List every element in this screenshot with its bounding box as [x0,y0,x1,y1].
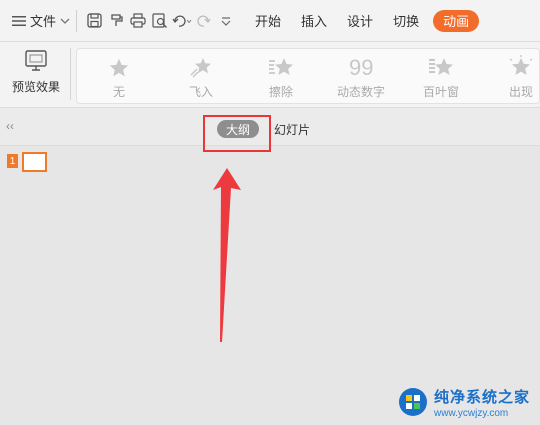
watermark: 纯净系统之家 www.ycwjzy.com [398,380,540,424]
appear-star-icon [509,55,533,75]
chevron-down-icon [60,18,70,24]
annotation-arrow [213,168,241,342]
tab-slides[interactable]: 幻灯片 [274,121,310,138]
print-button[interactable] [127,8,149,34]
collapse-panel-icon[interactable]: ‹‹ [6,119,14,133]
tab-insert[interactable]: 插入 [291,7,337,35]
file-menu-label: 文件 [30,14,57,29]
outline-highlight-box [203,115,271,152]
effect-dynamic-number-label: 动态数字 [336,85,385,99]
svg-text:99: 99 [349,55,373,79]
redo-icon [197,15,211,27]
slide-number: 1 [7,154,18,168]
format-painter-icon [110,14,123,26]
star-icon [109,58,129,77]
animation-effect-gallery: 无 飞入 擦除 99 动态数字 百叶窗 出现 [76,48,540,104]
printer-icon [130,13,146,28]
effect-appear[interactable]: 出现 [481,49,539,103]
customize-toolbar-button[interactable] [215,8,237,34]
effect-none[interactable]: 无 [79,49,159,103]
effect-fly-in[interactable]: 飞入 [161,49,241,103]
tab-animation[interactable]: 动画 [433,9,480,32]
fly-in-star-icon [190,58,211,78]
print-preview-icon [152,12,168,28]
effect-fly-in-label: 飞入 [188,85,213,99]
save-icon [86,13,102,28]
effect-dynamic-number[interactable]: 99 动态数字 [321,49,401,103]
preview-icon [25,50,47,71]
tab-home[interactable]: 开始 [245,7,291,35]
save-button[interactable] [83,8,105,34]
dynamic-number-icon: 99 [349,55,373,79]
effect-wipe[interactable]: 擦除 [241,49,321,103]
format-painter-button[interactable] [105,8,127,34]
undo-button[interactable] [171,8,193,34]
effect-blinds[interactable]: 百叶窗 [401,49,481,103]
file-menu[interactable]: 文件 [12,6,70,36]
effect-blinds-label: 百叶窗 [422,85,459,99]
preview-effect-button[interactable]: 预览效果 [8,50,64,102]
blinds-star-icon [429,58,453,75]
undo-icon [172,15,192,27]
customize-dropdown-icon [221,16,231,26]
watermark-url: www.ycwjzy.com [434,407,509,419]
watermark-logo-icon [399,388,427,416]
menu-bar: 文件 开始 插入 设计 切换 动画 [0,0,540,42]
print-preview-button[interactable] [149,8,171,34]
watermark-title: 纯净系统之家 [434,388,531,406]
effect-wipe-label: 擦除 [268,85,293,99]
redo-button[interactable] [193,8,215,34]
preview-effect-label: 预览效果 [11,80,60,94]
slide-thumbnail[interactable] [22,152,47,172]
effect-appear-label: 出现 [508,85,533,99]
animation-ribbon: 预览效果 无 飞入 擦除 99 动态数字 百叶窗 出现 [0,42,540,108]
tab-design[interactable]: 设计 [337,7,383,35]
ribbon-divider [70,48,71,100]
hamburger-icon [12,15,26,26]
toolbar-divider [76,9,78,32]
effect-none-label: 无 [112,85,125,99]
tab-transition[interactable]: 切换 [383,7,429,35]
wipe-star-icon [269,58,293,75]
